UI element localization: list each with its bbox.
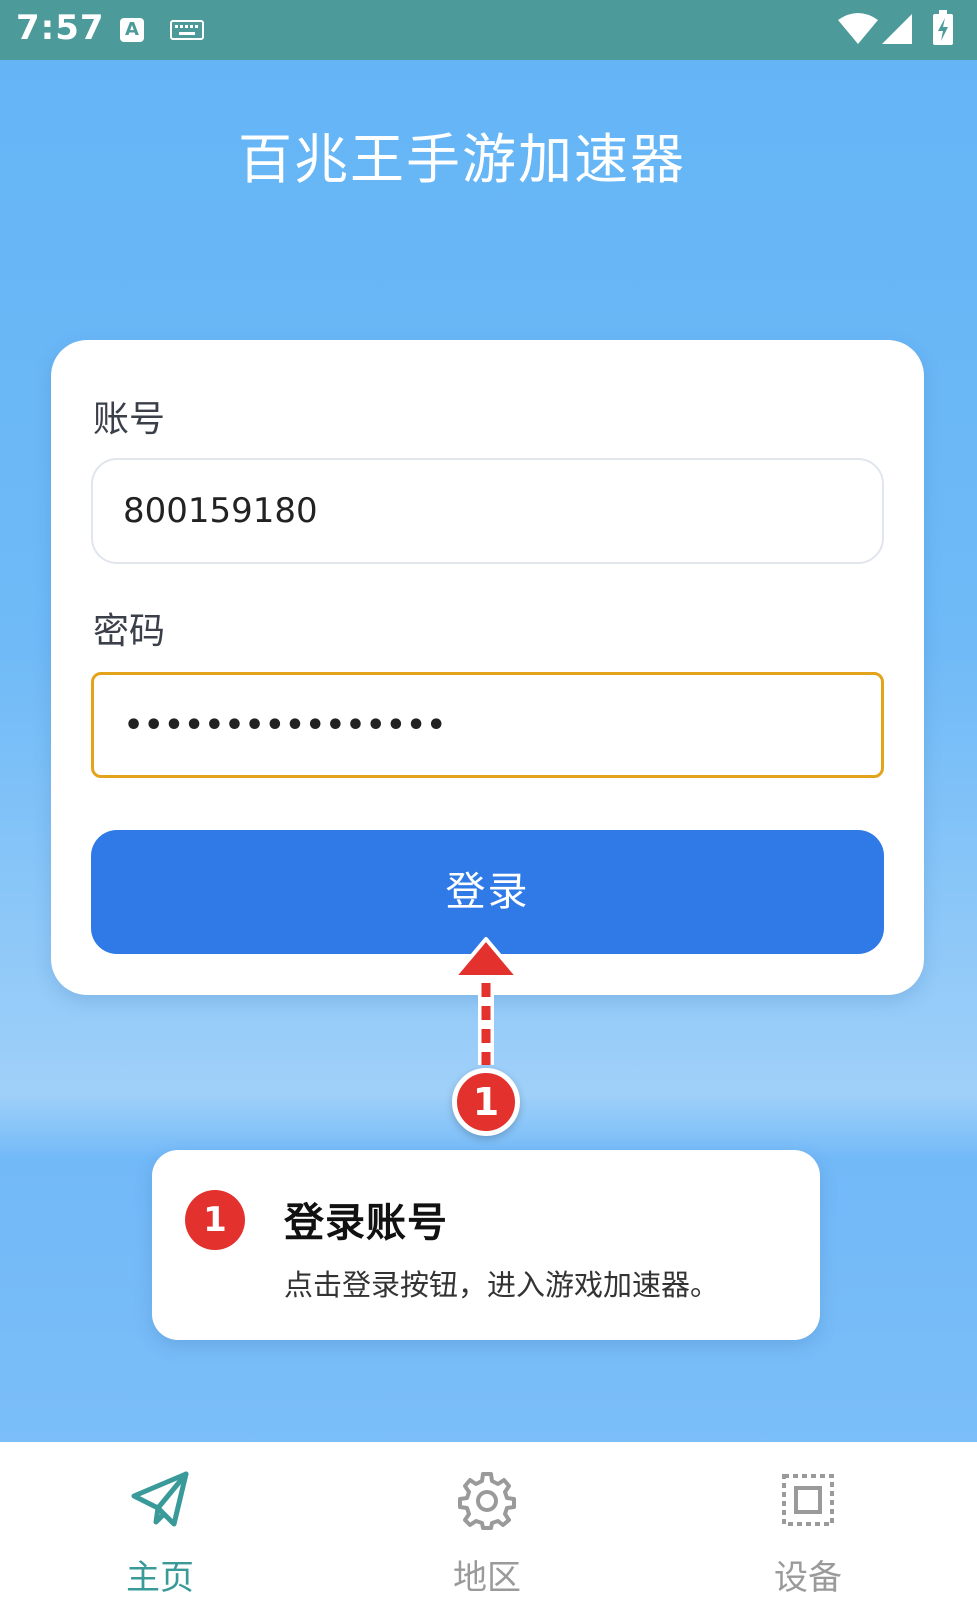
arrow-up-icon	[452, 937, 520, 1065]
wifi-icon	[838, 13, 878, 44]
login-screen: 7:57 A 百兆王手游加速器 账号 800159180 密码 ••••••••…	[0, 0, 977, 1610]
login-card: 账号 800159180 密码 •••••••••••••••• 登录	[51, 340, 924, 995]
password-label: 密码	[93, 611, 166, 652]
app-title: 百兆王手游加速器	[238, 128, 686, 191]
nav-item-device[interactable]: 设备	[708, 1442, 908, 1610]
bottom-nav: 主页 地区 设备	[0, 1442, 977, 1610]
nav-label-region: 地区	[453, 1558, 521, 1598]
signal-icon	[882, 14, 912, 44]
input-method-icon: A	[120, 18, 144, 42]
nav-item-home[interactable]: 主页	[60, 1442, 260, 1610]
gear-icon	[458, 1472, 516, 1530]
account-label: 账号	[93, 399, 166, 440]
tip-description: 点击登录按钮，进入游戏加速器。	[284, 1268, 720, 1302]
status-time: 7:57	[16, 8, 105, 48]
keyboard-icon	[170, 20, 204, 40]
step-badge: 1	[452, 1068, 520, 1136]
account-input[interactable]: 800159180	[91, 458, 884, 564]
battery-charging-icon	[933, 10, 953, 45]
tip-step-badge: 1	[185, 1190, 245, 1250]
tip-title: 登录账号	[284, 1200, 448, 1246]
password-input[interactable]: ••••••••••••••••	[91, 672, 884, 778]
nav-item-region[interactable]: 地区	[387, 1442, 587, 1610]
paper-plane-icon	[131, 1471, 189, 1527]
nav-label-device: 设备	[774, 1558, 842, 1598]
instruction-card: 1 登录账号 点击登录按钮，进入游戏加速器。	[152, 1150, 820, 1340]
status-bar: 7:57 A	[0, 0, 977, 60]
device-frame-icon	[782, 1474, 834, 1526]
nav-label-home: 主页	[126, 1558, 194, 1598]
